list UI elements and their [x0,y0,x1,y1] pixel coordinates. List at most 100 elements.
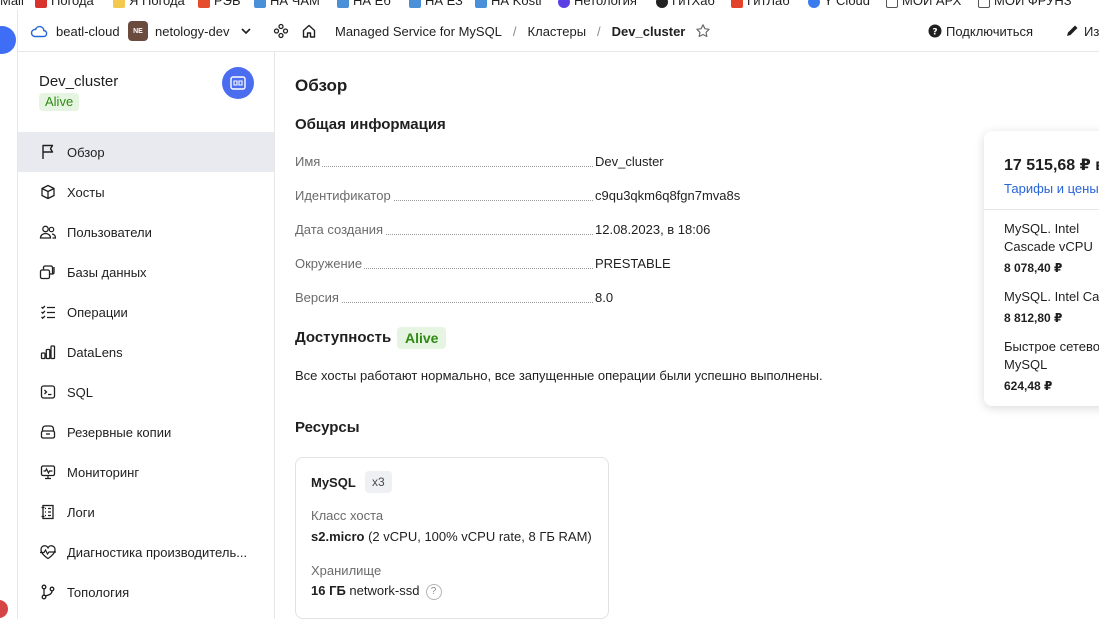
dotted-leader [295,166,593,167]
cloud-icon [30,25,48,38]
host-count-badge: x3 [365,471,392,493]
svg-text:?: ? [932,28,937,38]
price-item-name: MySQL. Intel Cascade vCPU [1004,221,1093,254]
price-item-name: Быстрое сетевое MySQL [1004,339,1099,372]
sidebar-item-label: Мониторинг [67,464,140,480]
bookmark-label: Mail [0,0,24,8]
bookmark-yandex-weather[interactable]: Я Погода [113,0,185,8]
bookmark-label: НА ЧАМ [270,0,320,8]
bookmark-reb[interactable]: РЭБ [198,0,241,8]
sidebar-item-operations[interactable]: Операции [18,292,274,332]
bookmark-label: ГитЛаб [747,0,790,8]
storage-value: 16 ГБ network-ssd? [311,583,442,600]
bookmark-icon [409,0,421,8]
sidebar-item-label: Базы данных [67,264,147,280]
services-icon [273,23,289,39]
info-value: PRESTABLE [595,256,671,271]
app-rail [0,10,18,619]
sidebar-item-label: Логи [67,504,95,520]
sidebar-item-label: Топология [67,584,130,600]
storage-label: Хранилище [311,563,382,578]
resources-title: Ресурсы [295,419,360,436]
sidebar-item-sql[interactable]: SQL [18,372,274,412]
divider [984,209,1099,210]
sidebar-item-label: Хосты [67,184,105,200]
connect-label: Подключиться [946,23,1034,39]
sidebar-item-overview[interactable]: Обзор [18,132,274,172]
bookmark-ycloud[interactable]: Y Cloud [808,0,870,8]
bookmark-github[interactable]: ГитХаб [656,0,715,8]
info-value: 8.0 [595,290,614,305]
services-button[interactable] [273,10,289,52]
chevron-down-icon [241,28,252,35]
bookmark-weather[interactable]: Погода [35,0,94,8]
info-label: Окружение [295,256,365,271]
info-label: Дата создания [295,222,386,237]
bookmark-na-e6[interactable]: НА Еб [337,0,391,8]
sidebar-item-databases[interactable]: Базы данных [18,252,274,292]
tariffs-link[interactable]: Тарифы и цены [1004,181,1099,196]
info-label: Идентификатор [295,188,393,203]
bookmark-na-kosti[interactable]: НА Kosti [475,0,542,8]
info-label: Имя [295,154,323,169]
edit-button[interactable]: Из [1064,10,1099,52]
cube-icon [39,183,57,201]
bookmark-my-frunz[interactable]: МОИ ФРУНЗ [978,0,1072,8]
host-class-label: Класс хоста [311,508,384,523]
sidebar: Dev_cluster Alive Обзор Хосты Пользовате… [18,52,275,619]
cloud-name: beatl-cloud [56,23,120,39]
cloud-selector[interactable]: beatl-cloud [30,10,120,52]
avatar[interactable] [0,600,8,618]
bookmark-icon [254,0,266,8]
bookmark-gitlab[interactable]: ГитЛаб [731,0,790,8]
bookmark-label: МОИ АРХ [902,0,962,8]
price-item-value: 8 078,40 ₽ [1004,261,1063,275]
info-row-created: Дата создания 12.08.2023, в 18:06 [295,222,795,240]
sidebar-item-topology[interactable]: Топология [18,572,274,612]
cluster-title: Dev_cluster [39,73,119,90]
gitlab-icon [731,0,743,8]
sidebar-item-hosts[interactable]: Хосты [18,172,274,212]
bookmark-label: Я Погода [129,0,185,8]
bookmarks-bar: Mail Погода Я Погода РЭБ НА ЧАМ НА Еб НА… [0,0,1099,10]
star-icon[interactable] [695,23,711,39]
bookmark-label: РЭБ [214,0,241,8]
bookmark-my-arch[interactable]: МОИ АРХ [886,0,961,8]
console-home-icon[interactable] [0,26,16,54]
breadcrumb-service[interactable]: Managed Service for MySQL [335,24,502,39]
folder-badge: NE [128,21,148,41]
sidebar-item-logs[interactable]: Логи [18,492,274,532]
breadcrumb: Managed Service for MySQL / Кластеры / D… [335,10,711,52]
availability-title: Доступность [295,329,392,346]
info-row-id: Идентификатор c9qu3qkm6q8fgn7mva8s [295,188,795,206]
sidebar-item-label: Обзор [67,144,105,160]
bookmark-netology[interactable]: Нетология [558,0,637,8]
sidebar-item-backups[interactable]: Резервные копии [18,412,274,452]
breadcrumb-current: Dev_cluster [611,23,686,39]
sidebar-item-diagnostics[interactable]: Диагностика производитель... [18,532,274,572]
connect-button[interactable]: ? Подключиться [928,10,1033,52]
help-icon[interactable]: ? [425,583,442,600]
pencil-icon [1067,25,1078,36]
availability-text: Все хосты работают нормально, все запуще… [295,368,823,383]
flag-icon [39,143,57,161]
status-badge: Alive [39,93,80,111]
bookmark-na-e3[interactable]: НА ЕЗ [409,0,463,8]
info-value[interactable]: c9qu3qkm6q8fgn7mva8s [595,188,740,203]
price-panel: 17 515,68 ₽ в Тарифы и цены MySQL. Intel… [984,131,1099,406]
home-button[interactable] [301,10,317,52]
sidebar-item-label: SQL [67,384,94,400]
folder-selector[interactable]: NE netology-dev [128,10,253,52]
sidebar-item-users[interactable]: Пользователи [18,212,274,252]
bookmark-mail[interactable]: Mail [0,0,24,8]
main-content: Обзор Общая информация Имя Dev_cluster И… [275,52,1099,619]
file-icon [886,0,898,8]
sidebar-item-datalens[interactable]: DataLens [18,332,274,372]
host-class-id: s2.micro [311,529,365,544]
netology-icon [558,0,570,8]
info-label: Версия [295,290,341,305]
breadcrumb-clusters[interactable]: Кластеры [528,24,587,39]
folder-name: netology-dev [155,23,230,39]
sidebar-item-monitoring[interactable]: Мониторинг [18,452,274,492]
bookmark-na-cham[interactable]: НА ЧАМ [254,0,320,8]
